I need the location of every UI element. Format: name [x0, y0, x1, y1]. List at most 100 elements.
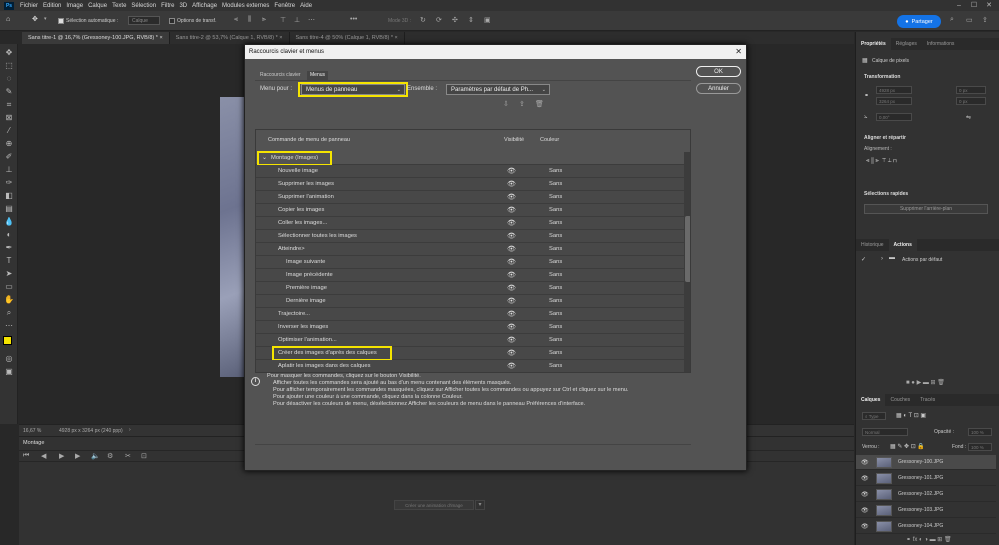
table-row[interactable]: Image précédente 👁 Sans — [256, 269, 684, 282]
more-tools-icon[interactable]: ⋯ — [4, 321, 14, 330]
scrollbar-thumb[interactable] — [685, 216, 690, 282]
tab-document-2[interactable]: Sans titre-2 @ 53,7% (Calque 1, RVB/8) *… — [169, 32, 290, 44]
transform-checkbox[interactable] — [169, 18, 175, 24]
minimize-icon[interactable]: – — [952, 0, 966, 11]
chevron-down-icon[interactable]: ⌄ — [262, 155, 267, 161]
menu-for-dropdown[interactable]: Menus de panneau ⌄ — [301, 84, 405, 95]
action-buttons-icon[interactable]: ■ ● ▶ ▬ ⊞ 🗑 — [906, 379, 945, 386]
eye-icon[interactable]: 👁 — [507, 219, 516, 227]
clone-stamp-icon[interactable]: ⊥ — [4, 165, 14, 174]
check-icon[interactable]: ✓ — [861, 256, 866, 263]
eye-icon[interactable]: 👁 — [861, 507, 869, 514]
menu-selection[interactable]: Sélection — [131, 3, 156, 9]
quick-select-icon[interactable]: ✎ — [4, 87, 14, 96]
split-icon[interactable]: ✂ — [125, 452, 131, 460]
gradient-tool-icon[interactable]: ▤ — [4, 204, 14, 213]
eye-icon[interactable]: 👁 — [507, 323, 516, 331]
transition-icon[interactable]: ⊡ — [141, 452, 147, 460]
angle-field[interactable]: 0,00° — [876, 113, 912, 121]
eyedropper-icon[interactable]: ⁄ — [4, 126, 14, 135]
move-tool-icon[interactable]: ✥ — [4, 48, 14, 57]
tab-layers[interactable]: Calques — [856, 394, 886, 406]
table-row[interactable]: Créer des images d'après des calques 👁 San… — [256, 347, 684, 360]
table-row[interactable]: Dernière image 👁 Sans — [256, 295, 684, 308]
more-options-icon[interactable]: ••• — [350, 16, 357, 23]
align-right-icon[interactable]: ⫸ — [262, 16, 266, 24]
eye-icon[interactable]: 👁 — [507, 167, 516, 175]
eye-icon[interactable]: 👁 — [507, 193, 516, 201]
set-dropdown[interactable]: Paramètres par défaut de Ph... ⌄ — [446, 84, 550, 95]
zoom-level[interactable]: 16,67 % — [23, 428, 41, 434]
auto-select-checkbox[interactable] — [58, 18, 64, 24]
foreground-color-swatch[interactable] — [3, 336, 12, 345]
color-value[interactable]: Sans — [549, 207, 562, 213]
eye-icon[interactable]: 👁 — [507, 362, 516, 370]
eye-icon[interactable]: 👁 — [507, 271, 516, 279]
align-middle-icon[interactable]: ⊥ — [294, 16, 300, 24]
chevron-right-icon[interactable]: › — [881, 256, 883, 262]
screen-mode-icon[interactable]: ▣ — [4, 367, 14, 376]
crop-tool-icon[interactable]: ⌗ — [4, 100, 14, 109]
y-field[interactable]: 0 px — [956, 97, 986, 105]
eye-icon[interactable]: 👁 — [507, 232, 516, 240]
slide3d-icon[interactable]: ⇕ — [468, 16, 474, 24]
tab-properties[interactable]: Propriétés — [856, 38, 891, 50]
color-value[interactable]: Sans — [549, 350, 562, 356]
share-export-icon[interactable]: ⇪ — [982, 16, 988, 24]
table-row[interactable]: Coller les images... 👁 Sans — [256, 217, 684, 230]
menu-affichage[interactable]: Affichage — [192, 3, 217, 9]
healing-brush-icon[interactable]: ⊕ — [4, 139, 14, 148]
color-value[interactable]: Sans — [549, 181, 562, 187]
table-row[interactable]: Copier les images 👁 Sans — [256, 204, 684, 217]
table-row[interactable]: Nouvelle image 👁 Sans — [256, 165, 684, 178]
eye-icon[interactable]: 👁 — [507, 310, 516, 318]
rotate3d-icon[interactable]: ↻ — [420, 16, 426, 24]
menu-modules[interactable]: Modules externes — [222, 3, 269, 9]
share-button[interactable]: ● Partager — [897, 15, 941, 28]
menu-filtre[interactable]: Filtre — [161, 3, 174, 9]
group-row[interactable]: ⌄ Montage (Images) — [256, 152, 684, 165]
chevron-down-icon[interactable]: ▾ — [44, 16, 47, 22]
workspace-icon[interactable]: ▭ — [966, 16, 973, 24]
tab-info[interactable]: Informations — [922, 38, 960, 50]
menu-image[interactable]: Image — [66, 3, 83, 9]
eye-icon[interactable]: 👁 — [507, 284, 516, 292]
prev-frame-icon[interactable]: ◀ — [41, 452, 46, 460]
color-value[interactable]: Sans — [549, 272, 562, 278]
close-tab-icon[interactable]: × — [395, 35, 398, 41]
color-value[interactable]: Sans — [549, 311, 562, 317]
layer-row[interactable]: 👁 Gressoney-104.JPG — [856, 519, 996, 534]
color-value[interactable]: Sans — [549, 337, 562, 343]
remove-background-button[interactable]: Supprimer l'arrière-plan — [864, 204, 988, 214]
table-row[interactable]: Inverser les images 👁 Sans — [256, 321, 684, 334]
tab-actions[interactable]: Actions — [888, 239, 917, 251]
menu-fichier[interactable]: Fichier — [20, 3, 38, 9]
delete-set-icon[interactable]: 🗑 — [535, 100, 544, 108]
maximize-icon[interactable]: ☐ — [967, 0, 981, 11]
pen-tool-icon[interactable]: ✒ — [4, 243, 14, 252]
home-icon[interactable]: ⌂ — [6, 16, 10, 23]
blur-tool-icon[interactable]: 💧 — [4, 217, 14, 226]
save-set-icon[interactable]: ⇩ — [503, 100, 509, 108]
color-value[interactable]: Sans — [549, 246, 562, 252]
table-row[interactable]: Optimiser l'animation... 👁 Sans — [256, 334, 684, 347]
quick-mask-icon[interactable]: ◎ — [4, 354, 14, 363]
layer-buttons-icon[interactable]: ⚭ fx ◐ ◑ ▬ ⊞ 🗑 — [906, 536, 952, 543]
layer-row[interactable]: 👁 Gressoney-100.JPG — [856, 455, 996, 470]
eye-icon[interactable]: 👁 — [861, 523, 869, 530]
fill-field[interactable]: 100 % — [968, 443, 992, 451]
table-row[interactable]: Trajectoire... 👁 Sans — [256, 308, 684, 321]
audio-icon[interactable]: 🔈 — [91, 452, 100, 460]
menu-edition[interactable]: Edition — [43, 3, 61, 9]
color-value[interactable]: Sans — [549, 233, 562, 239]
color-value[interactable]: Sans — [549, 298, 562, 304]
create-animation-button[interactable]: Créer une animation d'image — [394, 500, 474, 510]
eye-icon[interactable]: 👁 — [507, 180, 516, 188]
cancel-button[interactable]: Annuler — [696, 83, 741, 94]
align-left-icon[interactable]: ⫷ — [234, 16, 238, 24]
table-row[interactable]: Atteindre> 👁 Sans — [256, 243, 684, 256]
tab-document-3[interactable]: Sans titre-4 @ 50% (Calque 1, RVB/8) * × — [289, 32, 405, 44]
table-row[interactable]: Première image 👁 Sans — [256, 282, 684, 295]
timeline-tab[interactable]: Montage — [23, 440, 44, 446]
width-field[interactable]: 4928 px — [876, 86, 912, 94]
